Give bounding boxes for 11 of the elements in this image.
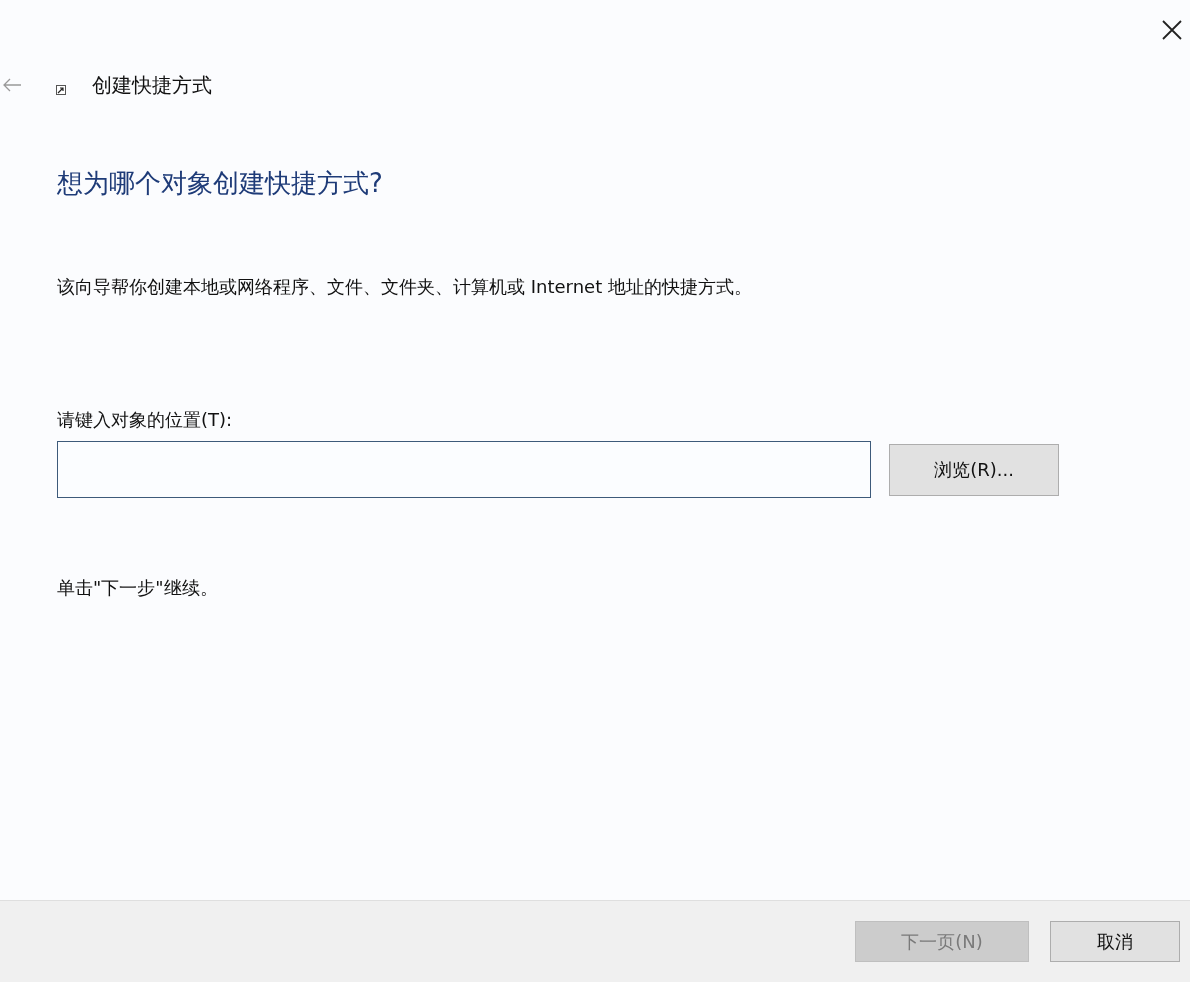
shortcut-icon bbox=[56, 85, 66, 95]
close-icon[interactable] bbox=[1160, 18, 1184, 42]
location-label: 请键入对象的位置(T): bbox=[57, 408, 234, 432]
hint-text: 单击"下一步"继续。 bbox=[57, 576, 219, 600]
location-field[interactable] bbox=[57, 441, 871, 498]
heading: 想为哪个对象创建快捷方式? bbox=[57, 167, 384, 200]
browse-button[interactable]: 浏览(R)... bbox=[889, 443, 1059, 496]
window-title: 创建快捷方式 bbox=[92, 72, 212, 99]
back-arrow-icon[interactable] bbox=[2, 78, 22, 92]
description: 该向导帮你创建本地或网络程序、文件、文件夹、计算机或 Internet 地址的快捷方式。 bbox=[57, 275, 753, 299]
cancel-button[interactable]: 取消 bbox=[1050, 921, 1180, 962]
